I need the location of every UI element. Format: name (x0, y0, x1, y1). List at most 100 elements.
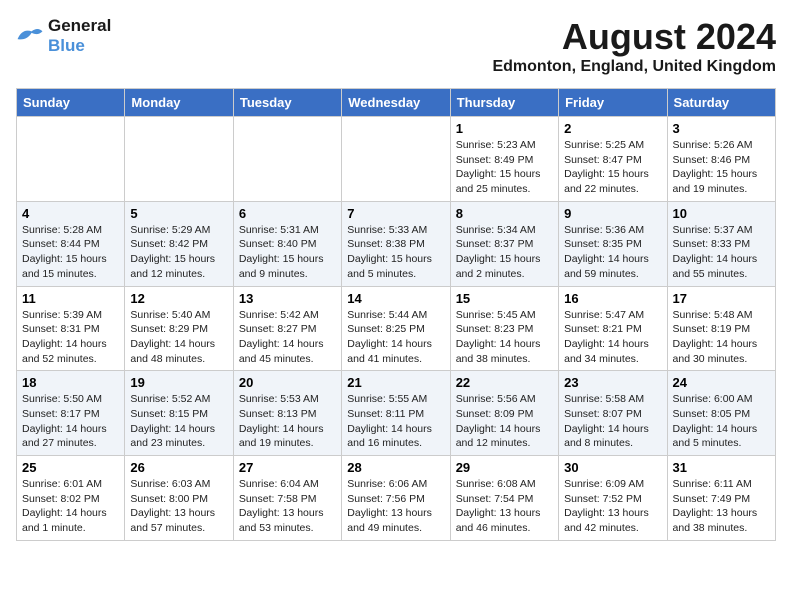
day-cell (125, 117, 233, 202)
day-number: 19 (130, 375, 227, 390)
day-number: 14 (347, 291, 444, 306)
day-info: Sunrise: 5:58 AM Sunset: 8:07 PM Dayligh… (564, 392, 661, 451)
week-row-2: 4 Sunrise: 5:28 AM Sunset: 8:44 PM Daylig… (17, 201, 776, 286)
day-number: 4 (22, 206, 119, 221)
day-number: 12 (130, 291, 227, 306)
calendar-table: SundayMondayTuesdayWednesdayThursdayFrid… (16, 88, 776, 541)
page-header: General Blue August 2024 Edmonton, Engla… (16, 16, 776, 76)
col-header-wednesday: Wednesday (342, 89, 450, 117)
col-header-friday: Friday (559, 89, 667, 117)
col-header-saturday: Saturday (667, 89, 775, 117)
day-info: Sunrise: 6:03 AM Sunset: 8:00 PM Dayligh… (130, 477, 227, 536)
day-info: Sunrise: 6:11 AM Sunset: 7:49 PM Dayligh… (673, 477, 770, 536)
day-number: 6 (239, 206, 336, 221)
day-info: Sunrise: 6:08 AM Sunset: 7:54 PM Dayligh… (456, 477, 553, 536)
location-title: Edmonton, England, United Kingdom (492, 58, 776, 76)
day-number: 25 (22, 460, 119, 475)
day-info: Sunrise: 5:36 AM Sunset: 8:35 PM Dayligh… (564, 223, 661, 282)
day-number: 26 (130, 460, 227, 475)
col-header-monday: Monday (125, 89, 233, 117)
day-number: 9 (564, 206, 661, 221)
day-info: Sunrise: 5:25 AM Sunset: 8:47 PM Dayligh… (564, 138, 661, 197)
day-cell: 6 Sunrise: 5:31 AM Sunset: 8:40 PM Daylig… (233, 201, 341, 286)
day-cell: 3 Sunrise: 5:26 AM Sunset: 8:46 PM Daylig… (667, 117, 775, 202)
day-info: Sunrise: 6:09 AM Sunset: 7:52 PM Dayligh… (564, 477, 661, 536)
logo-line1: General (48, 16, 111, 36)
day-cell: 10 Sunrise: 5:37 AM Sunset: 8:33 PM Dayli… (667, 201, 775, 286)
day-info: Sunrise: 6:01 AM Sunset: 8:02 PM Dayligh… (22, 477, 119, 536)
logo-line2: Blue (48, 36, 111, 56)
day-cell (17, 117, 125, 202)
day-info: Sunrise: 5:29 AM Sunset: 8:42 PM Dayligh… (130, 223, 227, 282)
day-cell: 15Sunrise: 5:45 AM Sunset: 8:23 PM Dayli… (450, 286, 558, 371)
day-info: Sunrise: 5:56 AM Sunset: 8:09 PM Dayligh… (456, 392, 553, 451)
day-number: 21 (347, 375, 444, 390)
day-cell: 12 Sunrise: 5:40 AM Sunset: 8:29 PM Dayli… (125, 286, 233, 371)
day-info: Sunrise: 5:31 AM Sunset: 8:40 PM Dayligh… (239, 223, 336, 282)
week-row-1: 1Sunrise: 5:23 AM Sunset: 8:49 PM Daylig… (17, 117, 776, 202)
day-cell: 7Sunrise: 5:33 AM Sunset: 8:38 PM Daylig… (342, 201, 450, 286)
calendar-header-row: SundayMondayTuesdayWednesdayThursdayFrid… (17, 89, 776, 117)
day-number: 31 (673, 460, 770, 475)
day-cell: 1Sunrise: 5:23 AM Sunset: 8:49 PM Daylig… (450, 117, 558, 202)
day-cell: 2Sunrise: 5:25 AM Sunset: 8:47 PM Daylig… (559, 117, 667, 202)
day-cell: 8Sunrise: 5:34 AM Sunset: 8:37 PM Daylig… (450, 201, 558, 286)
day-info: Sunrise: 5:52 AM Sunset: 8:15 PM Dayligh… (130, 392, 227, 451)
day-number: 1 (456, 121, 553, 136)
day-info: Sunrise: 5:42 AM Sunset: 8:27 PM Dayligh… (239, 308, 336, 367)
day-number: 13 (239, 291, 336, 306)
day-cell: 18 Sunrise: 5:50 AM Sunset: 8:17 PM Dayli… (17, 371, 125, 456)
day-number: 10 (673, 206, 770, 221)
day-info: Sunrise: 5:48 AM Sunset: 8:19 PM Dayligh… (673, 308, 770, 367)
day-cell: 16Sunrise: 5:47 AM Sunset: 8:21 PM Dayli… (559, 286, 667, 371)
day-info: Sunrise: 6:00 AM Sunset: 8:05 PM Dayligh… (673, 392, 770, 451)
title-block: August 2024 Edmonton, England, United Ki… (492, 16, 776, 76)
day-info: Sunrise: 5:39 AM Sunset: 8:31 PM Dayligh… (22, 308, 119, 367)
day-cell: 9 Sunrise: 5:36 AM Sunset: 8:35 PM Daylig… (559, 201, 667, 286)
day-number: 18 (22, 375, 119, 390)
day-cell: 20 Sunrise: 5:53 AM Sunset: 8:13 PM Dayli… (233, 371, 341, 456)
day-info: Sunrise: 5:40 AM Sunset: 8:29 PM Dayligh… (130, 308, 227, 367)
week-row-5: 25 Sunrise: 6:01 AM Sunset: 8:02 PM Dayli… (17, 456, 776, 541)
col-header-sunday: Sunday (17, 89, 125, 117)
day-cell: 24 Sunrise: 6:00 AM Sunset: 8:05 PM Dayli… (667, 371, 775, 456)
day-number: 16 (564, 291, 661, 306)
col-header-thursday: Thursday (450, 89, 558, 117)
day-info: Sunrise: 5:53 AM Sunset: 8:13 PM Dayligh… (239, 392, 336, 451)
day-number: 24 (673, 375, 770, 390)
calendar-body: 1Sunrise: 5:23 AM Sunset: 8:49 PM Daylig… (17, 117, 776, 541)
day-number: 28 (347, 460, 444, 475)
day-number: 23 (564, 375, 661, 390)
day-info: Sunrise: 5:37 AM Sunset: 8:33 PM Dayligh… (673, 223, 770, 282)
day-info: Sunrise: 6:06 AM Sunset: 7:56 PM Dayligh… (347, 477, 444, 536)
day-cell: 19 Sunrise: 5:52 AM Sunset: 8:15 PM Dayli… (125, 371, 233, 456)
day-info: Sunrise: 5:55 AM Sunset: 8:11 PM Dayligh… (347, 392, 444, 451)
day-number: 3 (673, 121, 770, 136)
day-cell: 11Sunrise: 5:39 AM Sunset: 8:31 PM Dayli… (17, 286, 125, 371)
day-cell: 27Sunrise: 6:04 AM Sunset: 7:58 PM Dayli… (233, 456, 341, 541)
month-title: August 2024 (492, 16, 776, 58)
day-cell: 29Sunrise: 6:08 AM Sunset: 7:54 PM Dayli… (450, 456, 558, 541)
week-row-4: 18 Sunrise: 5:50 AM Sunset: 8:17 PM Dayli… (17, 371, 776, 456)
day-cell: 23 Sunrise: 5:58 AM Sunset: 8:07 PM Dayli… (559, 371, 667, 456)
day-info: Sunrise: 5:33 AM Sunset: 8:38 PM Dayligh… (347, 223, 444, 282)
day-info: Sunrise: 5:28 AM Sunset: 8:44 PM Dayligh… (22, 223, 119, 282)
day-cell: 21 Sunrise: 5:55 AM Sunset: 8:11 PM Dayli… (342, 371, 450, 456)
day-cell (342, 117, 450, 202)
day-info: Sunrise: 5:44 AM Sunset: 8:25 PM Dayligh… (347, 308, 444, 367)
col-header-tuesday: Tuesday (233, 89, 341, 117)
day-number: 5 (130, 206, 227, 221)
day-cell: 25 Sunrise: 6:01 AM Sunset: 8:02 PM Dayli… (17, 456, 125, 541)
day-cell (233, 117, 341, 202)
week-row-3: 11Sunrise: 5:39 AM Sunset: 8:31 PM Dayli… (17, 286, 776, 371)
day-cell: 31 Sunrise: 6:11 AM Sunset: 7:49 PM Dayli… (667, 456, 775, 541)
day-number: 22 (456, 375, 553, 390)
day-info: Sunrise: 5:50 AM Sunset: 8:17 PM Dayligh… (22, 392, 119, 451)
day-cell: 13 Sunrise: 5:42 AM Sunset: 8:27 PM Dayli… (233, 286, 341, 371)
day-number: 20 (239, 375, 336, 390)
day-number: 15 (456, 291, 553, 306)
day-info: Sunrise: 5:26 AM Sunset: 8:46 PM Dayligh… (673, 138, 770, 197)
day-number: 17 (673, 291, 770, 306)
day-info: Sunrise: 5:34 AM Sunset: 8:37 PM Dayligh… (456, 223, 553, 282)
day-cell: 28 Sunrise: 6:06 AM Sunset: 7:56 PM Dayli… (342, 456, 450, 541)
